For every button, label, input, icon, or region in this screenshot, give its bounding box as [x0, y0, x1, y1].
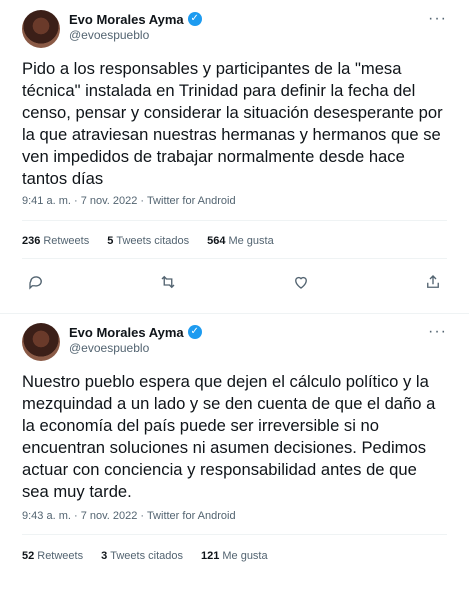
avatar[interactable]: [22, 323, 60, 361]
tweet-text: Nuestro pueblo espera que dejen el cálcu…: [22, 372, 436, 501]
author-name[interactable]: Evo Morales Ayma: [69, 12, 184, 27]
share-icon[interactable]: [419, 268, 447, 296]
quotes-label: Tweets citados: [110, 550, 183, 562]
more-options-icon[interactable]: ···: [428, 10, 447, 28]
quotes-stat[interactable]: 5 Tweets citados: [107, 235, 189, 247]
retweets-label: Retweets: [37, 550, 84, 562]
retweets-count: 236: [22, 235, 41, 247]
retweets-stat[interactable]: 236 Retweets: [22, 235, 89, 247]
divider: [22, 534, 447, 535]
author-name[interactable]: Evo Morales Ayma: [69, 325, 184, 340]
tweet-text: Pido a los responsables y participantes …: [22, 59, 443, 188]
verified-badge-icon: ✓: [187, 325, 202, 339]
more-options-icon[interactable]: ···: [428, 323, 447, 341]
retweet-icon[interactable]: [154, 268, 182, 296]
quotes-stat[interactable]: 3 Tweets citados: [101, 550, 183, 562]
divider: [22, 220, 447, 221]
heart-icon[interactable]: [287, 268, 315, 296]
quotes-count: 3: [101, 550, 108, 562]
likes-count: 121: [201, 550, 220, 562]
divider: [22, 258, 447, 259]
retweets-label: Retweets: [43, 235, 90, 247]
quotes-count: 5: [107, 235, 114, 247]
tweet-meta[interactable]: 9:43 a. m. · 7 nov. 2022 · Twitter for A…: [22, 510, 236, 522]
avatar[interactable]: [22, 10, 60, 48]
tweet[interactable]: Evo Morales Ayma ✓ @evoespueblo ··· Pido…: [0, 0, 469, 314]
verified-badge-icon: ✓: [187, 12, 202, 26]
likes-stat[interactable]: 121 Me gusta: [201, 550, 268, 562]
reply-icon[interactable]: [22, 268, 50, 296]
retweets-count: 52: [22, 550, 35, 562]
quotes-label: Tweets citados: [116, 235, 190, 247]
author-handle[interactable]: @evoespueblo: [69, 341, 149, 355]
likes-count: 564: [207, 235, 226, 247]
tweet-meta[interactable]: 9:41 a. m. · 7 nov. 2022 · Twitter for A…: [22, 195, 236, 207]
likes-stat[interactable]: 564 Me gusta: [207, 235, 274, 247]
retweets-stat[interactable]: 52 Retweets: [22, 550, 83, 562]
likes-label: Me gusta: [228, 235, 274, 247]
tweet[interactable]: Evo Morales Ayma ✓ @evoespueblo ··· Nues…: [0, 314, 469, 589]
likes-label: Me gusta: [222, 550, 268, 562]
author-row: Evo Morales Ayma ✓: [69, 323, 202, 341]
tweet-actions: [22, 268, 447, 296]
tweet-stats: 236 Retweets 5 Tweets citados 564 Me gusta: [22, 235, 274, 247]
author-handle[interactable]: @evoespueblo: [69, 28, 149, 42]
author-row: Evo Morales Ayma ✓: [69, 10, 202, 28]
tweet-stats: 52 Retweets 3 Tweets citados 121 Me gusta: [22, 550, 268, 562]
